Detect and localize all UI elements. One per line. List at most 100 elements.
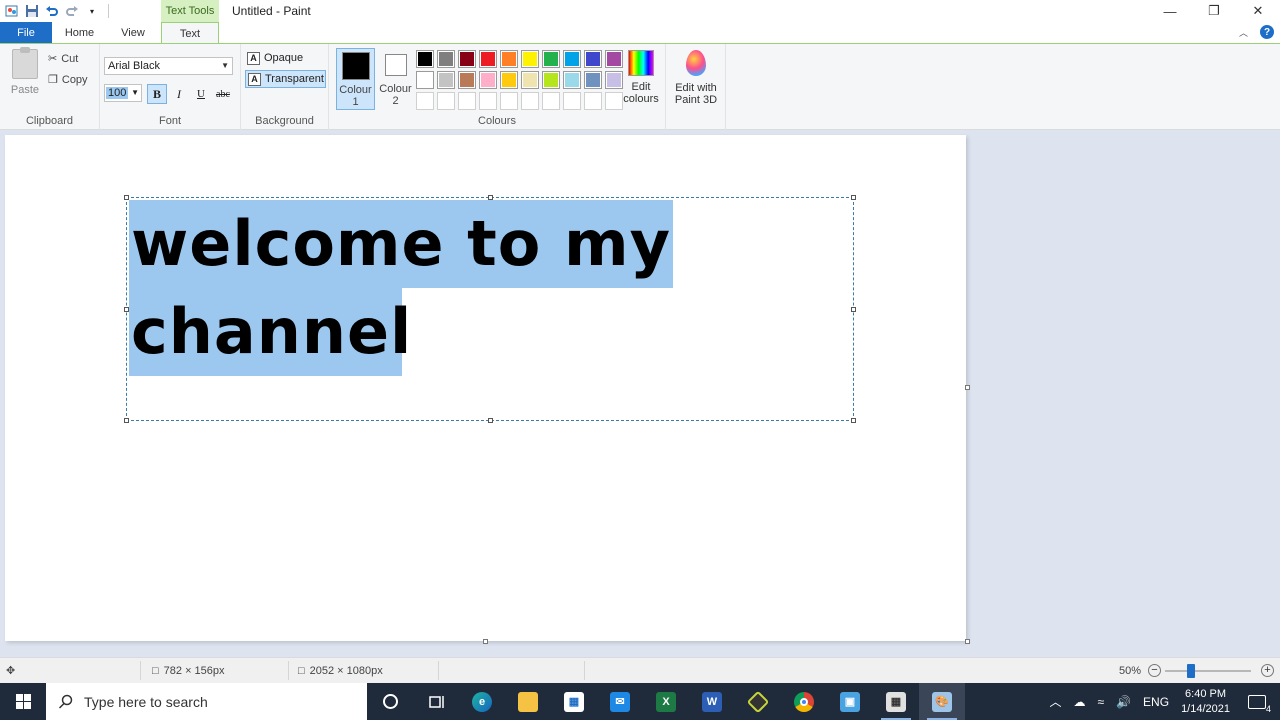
- clock[interactable]: 6:40 PM 1/14/2021: [1181, 687, 1230, 717]
- taskbar-app-shield[interactable]: [735, 683, 781, 720]
- resize-handle-ne[interactable]: [851, 195, 856, 200]
- palette-custom-slot[interactable]: [437, 92, 455, 110]
- palette-swatch[interactable]: [500, 71, 518, 89]
- palette-swatch[interactable]: [479, 50, 497, 68]
- canvas[interactable]: welcome to my channel: [5, 135, 966, 641]
- palette-swatch[interactable]: [584, 71, 602, 89]
- paste-button[interactable]: Paste: [8, 47, 42, 96]
- resize-handle-s[interactable]: [488, 418, 493, 423]
- canvas-resize-handle-right[interactable]: [965, 385, 970, 390]
- collapse-ribbon-icon[interactable]: ︿: [1239, 26, 1248, 39]
- taskbar-paint[interactable]: 🎨: [919, 683, 965, 720]
- task-view-button[interactable]: [413, 683, 459, 720]
- text-line-2[interactable]: channel: [129, 288, 411, 376]
- show-hidden-icons-icon[interactable]: ︿: [1049, 693, 1061, 710]
- resize-handle-nw[interactable]: [124, 195, 129, 200]
- taskbar-mail[interactable]: ✉: [597, 683, 643, 720]
- zoom-in-button[interactable]: +: [1261, 664, 1274, 677]
- edit-with-paint3d-button[interactable]: Edit with Paint 3D: [666, 50, 726, 106]
- palette-swatch[interactable]: [437, 71, 455, 89]
- palette-swatch[interactable]: [521, 71, 539, 89]
- strikethrough-button[interactable]: abc: [213, 84, 233, 104]
- canvas-resize-handle-corner[interactable]: [965, 639, 970, 644]
- colour-1-number: 1: [352, 96, 359, 108]
- cloud-icon[interactable]: ☁: [1074, 695, 1086, 709]
- taskbar-chrome[interactable]: [781, 683, 827, 720]
- tab-text[interactable]: Text: [161, 22, 219, 44]
- font-size-select[interactable]: 100 ▼: [104, 84, 142, 102]
- paint-app-icon[interactable]: [4, 3, 20, 19]
- text-box[interactable]: welcome to my channel: [124, 195, 856, 423]
- taskbar-word[interactable]: W: [689, 683, 735, 720]
- resize-handle-n[interactable]: [488, 195, 493, 200]
- cortana-button[interactable]: [367, 683, 413, 720]
- palette-swatch[interactable]: [563, 50, 581, 68]
- resize-handle-w[interactable]: [124, 307, 129, 312]
- tab-view[interactable]: View: [107, 22, 159, 43]
- taskbar-file-explorer[interactable]: [505, 683, 551, 720]
- italic-button[interactable]: I: [169, 84, 189, 104]
- palette-custom-slot[interactable]: [500, 92, 518, 110]
- notification-center-icon[interactable]: 4: [1248, 694, 1271, 714]
- tab-file[interactable]: File: [0, 22, 52, 43]
- undo-icon[interactable]: [44, 3, 60, 19]
- restore-button[interactable]: ❐: [1192, 0, 1236, 22]
- font-family-select[interactable]: Arial Black ▼: [104, 57, 233, 75]
- close-button[interactable]: ✕: [1236, 0, 1280, 22]
- palette-swatch[interactable]: [416, 71, 434, 89]
- language-indicator[interactable]: ENG: [1143, 695, 1169, 709]
- search-placeholder: Type here to search: [84, 693, 208, 710]
- palette-swatch[interactable]: [542, 71, 560, 89]
- palette-custom-slot[interactable]: [416, 92, 434, 110]
- colour-2-button[interactable]: Colour 2: [376, 48, 415, 110]
- edit-colours-button[interactable]: Edit colours: [621, 50, 661, 105]
- taskbar-excel[interactable]: X: [643, 683, 689, 720]
- palette-swatch[interactable]: [542, 50, 560, 68]
- cut-button[interactable]: ✂ Cut: [48, 52, 78, 66]
- taskbar-search[interactable]: Type here to search: [46, 683, 367, 720]
- palette-custom-slot[interactable]: [563, 92, 581, 110]
- palette-swatch[interactable]: [563, 71, 581, 89]
- text-line-1[interactable]: welcome to my: [129, 200, 673, 288]
- resize-handle-sw[interactable]: [124, 418, 129, 423]
- copy-button[interactable]: ❐ Copy: [48, 73, 88, 87]
- palette-custom-slot[interactable]: [479, 92, 497, 110]
- palette-swatch[interactable]: [584, 50, 602, 68]
- wifi-icon[interactable]: ≈: [1098, 695, 1105, 709]
- palette-custom-slot[interactable]: [521, 92, 539, 110]
- save-icon[interactable]: [24, 3, 40, 19]
- opaque-button[interactable]: A Opaque: [245, 49, 326, 67]
- taskbar-app-window[interactable]: ▣: [827, 683, 873, 720]
- bold-button[interactable]: B: [147, 84, 167, 104]
- palette-swatch[interactable]: [458, 71, 476, 89]
- zoom-slider-track[interactable]: [1165, 670, 1251, 672]
- minimize-button[interactable]: —: [1148, 0, 1192, 22]
- zoom-out-button[interactable]: −: [1148, 664, 1161, 677]
- transparent-button[interactable]: A Transparent: [245, 70, 326, 88]
- palette-custom-slot[interactable]: [542, 92, 560, 110]
- tab-home[interactable]: Home: [52, 22, 107, 43]
- palette-swatch[interactable]: [437, 50, 455, 68]
- palette-custom-slot[interactable]: [458, 92, 476, 110]
- canvas-resize-handle-bottom[interactable]: [483, 639, 488, 644]
- palette-swatch[interactable]: [458, 50, 476, 68]
- resize-handle-se[interactable]: [851, 418, 856, 423]
- volume-icon[interactable]: 🔊: [1116, 695, 1131, 709]
- palette-swatch[interactable]: [479, 71, 497, 89]
- zoom-slider-thumb[interactable]: [1186, 664, 1195, 678]
- palette-swatch[interactable]: [500, 50, 518, 68]
- taskbar-app-calculator[interactable]: ▦: [873, 683, 919, 720]
- palette-swatch[interactable]: [521, 50, 539, 68]
- palette-swatch[interactable]: [416, 50, 434, 68]
- redo-icon[interactable]: [64, 3, 80, 19]
- palette-custom-slot[interactable]: [584, 92, 602, 110]
- colour-1-button[interactable]: Colour 1: [336, 48, 375, 110]
- customize-qat-icon[interactable]: ▾: [84, 3, 100, 19]
- taskbar-edge[interactable]: e: [459, 683, 505, 720]
- help-icon[interactable]: ?: [1260, 25, 1274, 39]
- resize-handle-e[interactable]: [851, 307, 856, 312]
- shield-app-icon: [746, 690, 770, 713]
- taskbar-store[interactable]: ▦: [551, 683, 597, 720]
- underline-button[interactable]: U: [191, 84, 211, 104]
- start-button[interactable]: [0, 683, 46, 720]
